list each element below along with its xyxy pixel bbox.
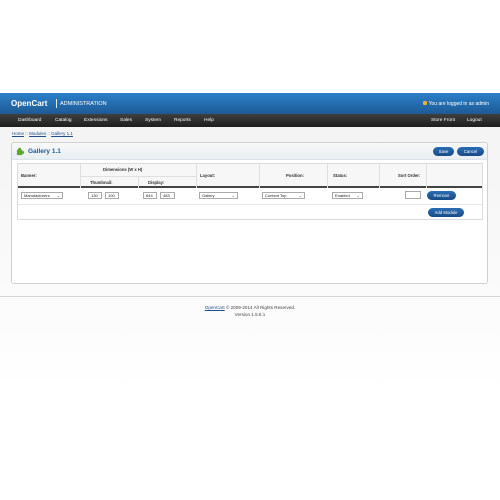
save-button[interactable]: Save	[433, 147, 454, 156]
menu-help[interactable]: Help	[204, 118, 214, 123]
column-divider	[379, 164, 380, 188]
thumbnail-height-input[interactable]: 100	[105, 192, 119, 199]
breadcrumb: Home :: Modules :: Gallery 1.1	[12, 131, 73, 136]
header-sort-order: Sort Order:	[398, 173, 421, 178]
login-status: You are logged in as admin	[422, 100, 489, 107]
chevron-down-icon: ⌄	[298, 193, 302, 198]
module-table: Banner: Dimensions (W x H) Thumbnail: Di…	[17, 163, 483, 220]
table-row-divider	[18, 204, 482, 205]
sort-order-input[interactable]	[405, 191, 421, 199]
header-dimensions: Dimensions (W x H)	[103, 167, 143, 172]
cancel-button[interactable]: Cancel	[457, 147, 484, 156]
footer-divider	[0, 296, 500, 297]
header-bar: OpenCart ADMINISTRATION You are logged i…	[0, 93, 500, 114]
banner-select[interactable]: Manufacturers ⌄	[21, 192, 63, 199]
breadcrumb-home[interactable]: Home	[12, 131, 24, 136]
page-top-blank	[0, 0, 500, 93]
add-module-button[interactable]: Add Module	[428, 208, 464, 217]
footer-brand-link[interactable]: OpenCart	[205, 305, 225, 310]
page-title: Gallery 1.1	[28, 148, 61, 155]
logo-divider	[56, 99, 57, 108]
remove-button[interactable]: Remove	[427, 191, 456, 200]
lock-icon	[422, 101, 427, 105]
menu-reports[interactable]: Reports	[174, 118, 191, 123]
column-divider	[327, 164, 328, 188]
header-position: Position:	[286, 173, 304, 178]
puzzle-icon	[16, 147, 25, 156]
chevron-down-icon: ⌄	[356, 193, 360, 198]
display-width-input[interactable]: 644	[143, 192, 157, 199]
column-divider	[259, 164, 260, 188]
position-select[interactable]: Content Top ⌄	[262, 192, 305, 199]
breadcrumb-gallery[interactable]: Gallery 1.1	[51, 131, 73, 136]
header-banner: Banner:	[21, 173, 37, 178]
column-divider	[426, 164, 427, 188]
breadcrumb-separator: ::	[25, 131, 28, 136]
table-header: Banner: Dimensions (W x H) Thumbnail: Di…	[18, 164, 482, 188]
header-layout: Layout:	[200, 173, 216, 178]
menu-store-front[interactable]: Store Front	[431, 118, 455, 123]
column-divider	[138, 176, 139, 188]
footer: OpenCart © 2009-2014 All Rights Reserved…	[0, 305, 500, 317]
column-divider	[196, 164, 197, 188]
logo[interactable]: OpenCart	[11, 99, 47, 108]
breadcrumb-separator: ::	[47, 131, 50, 136]
thumbnail-width-input[interactable]: 130	[88, 192, 102, 199]
chevron-down-icon: ⌄	[231, 193, 235, 198]
layout-select[interactable]: Gallery ⌄	[199, 192, 238, 199]
header-status: Status:	[333, 173, 348, 178]
menu-extensions[interactable]: Extensions	[84, 118, 107, 123]
status-select[interactable]: Enabled ⌄	[332, 192, 363, 199]
menu-system[interactable]: System	[145, 118, 161, 123]
menu-dashboard[interactable]: Dashboard	[18, 118, 41, 123]
footer-copyright-line: OpenCart © 2009-2014 All Rights Reserved…	[0, 305, 500, 310]
header-thumbnail: Thumbnail:	[90, 180, 113, 185]
position-select-value: Content Top	[265, 193, 287, 198]
footer-version: Version 1.5.6.1	[234, 312, 266, 317]
header-display: Display:	[148, 180, 165, 185]
layout-select-value: Gallery	[202, 193, 215, 198]
display-height-input[interactable]: 483	[160, 192, 175, 199]
status-select-value: Enabled	[335, 193, 350, 198]
menu-catalog[interactable]: Catalog	[55, 118, 72, 123]
breadcrumb-modules[interactable]: Modules	[29, 131, 46, 136]
menu-logout[interactable]: Logout	[467, 118, 482, 123]
main-menu: Dashboard Catalog Extensions Sales Syste…	[0, 114, 500, 127]
box-heading: Gallery 1.1 Save Cancel	[12, 143, 487, 160]
admin-subtitle: ADMINISTRATION	[60, 101, 107, 107]
banner-select-value: Manufacturers	[24, 193, 50, 198]
chevron-down-icon: ⌄	[56, 193, 60, 198]
menu-sales[interactable]: Sales	[120, 118, 132, 123]
login-status-text: You are logged in as admin	[428, 100, 489, 107]
module-box: Gallery 1.1 Save Cancel Banner: Dimensio…	[11, 142, 488, 284]
footer-copyright: © 2009-2014 All Rights Reserved.	[225, 305, 296, 310]
